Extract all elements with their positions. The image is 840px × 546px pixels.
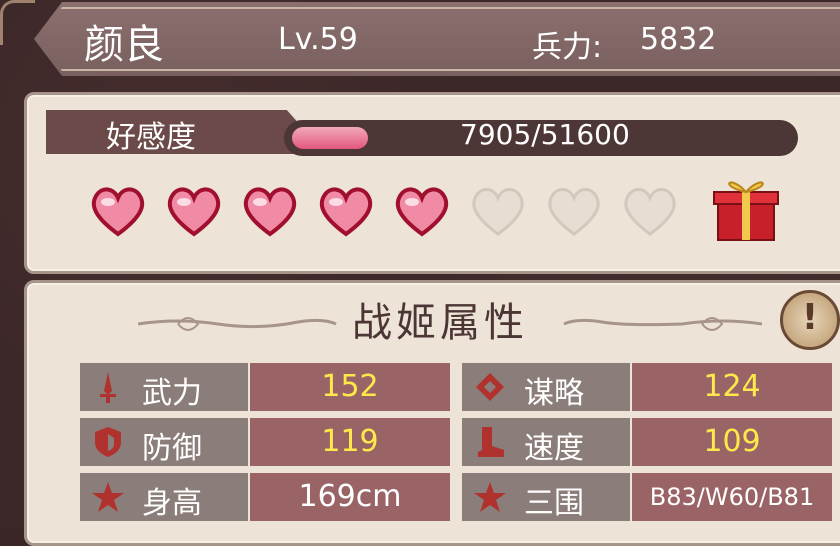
sword-icon (100, 372, 116, 403)
character-name: 颜良 (84, 22, 164, 68)
troops-label: 兵力: (532, 30, 603, 65)
attribute-row-strategy: 谋略 124 (462, 363, 832, 411)
attribute-label-cell: 速度 (462, 418, 630, 466)
attribute-label: 身高 (142, 486, 202, 521)
boot-icon (478, 427, 504, 457)
attribute-label: 武力 (142, 376, 202, 411)
attribute-label-cell: 三围 (462, 473, 630, 521)
heart-filled-icon (395, 187, 449, 237)
corner-ornament (0, 0, 35, 45)
star-icon (474, 482, 506, 512)
favor-progress-fill (292, 127, 368, 149)
attribute-label: 三围 (524, 486, 584, 521)
shield-icon (95, 427, 121, 457)
attribute-label-cell: 武力 (80, 363, 248, 411)
heart-empty-icon (624, 188, 676, 236)
attribute-label-cell: 防御 (80, 418, 248, 466)
favor-progress-text: 7905/51600 (460, 118, 630, 151)
attribute-value: 109 (632, 418, 832, 466)
attribute-label: 防御 (142, 431, 202, 466)
heart-empty-icon (548, 188, 600, 236)
attribute-row-measurements: 三围 B83/W60/B81 (462, 473, 832, 521)
attribute-value: 169cm (250, 473, 450, 521)
info-button[interactable]: ! (780, 290, 840, 350)
strategy-icon (476, 373, 504, 401)
attribute-label: 速度 (524, 431, 584, 466)
attribute-label-cell: 身高 (80, 473, 248, 521)
attribute-label: 谋略 (524, 376, 584, 411)
attribute-value: 152 (250, 363, 450, 411)
heart-empty-icon (472, 188, 524, 236)
star-icon (92, 482, 124, 512)
attribute-row-height: 身高 169cm (80, 473, 450, 521)
title-ornament-right (563, 317, 762, 331)
exclamation-icon: ! (801, 297, 819, 338)
heart-filled-icon (319, 187, 373, 237)
heart-filled-icon (167, 187, 221, 237)
gift-icon[interactable] (710, 172, 782, 244)
favor-label: 好感度 (106, 120, 196, 155)
attribute-row-speed: 速度 109 (462, 418, 832, 466)
attribute-value: B83/W60/B81 (632, 473, 832, 521)
attribute-value: 119 (250, 418, 450, 466)
troops-value: 5832 (640, 22, 717, 57)
attribute-label-cell: 谋略 (462, 363, 630, 411)
attribute-value: 124 (632, 363, 832, 411)
title-ornament-left (138, 317, 337, 331)
attribute-row-force: 武力 152 (80, 363, 450, 411)
heart-filled-icon (91, 187, 145, 237)
heart-filled-icon (243, 187, 297, 237)
attribute-row-defense: 防御 119 (80, 418, 450, 466)
character-level: Lv.59 (278, 22, 358, 57)
attribute-title: 战姬属性 (352, 300, 528, 346)
